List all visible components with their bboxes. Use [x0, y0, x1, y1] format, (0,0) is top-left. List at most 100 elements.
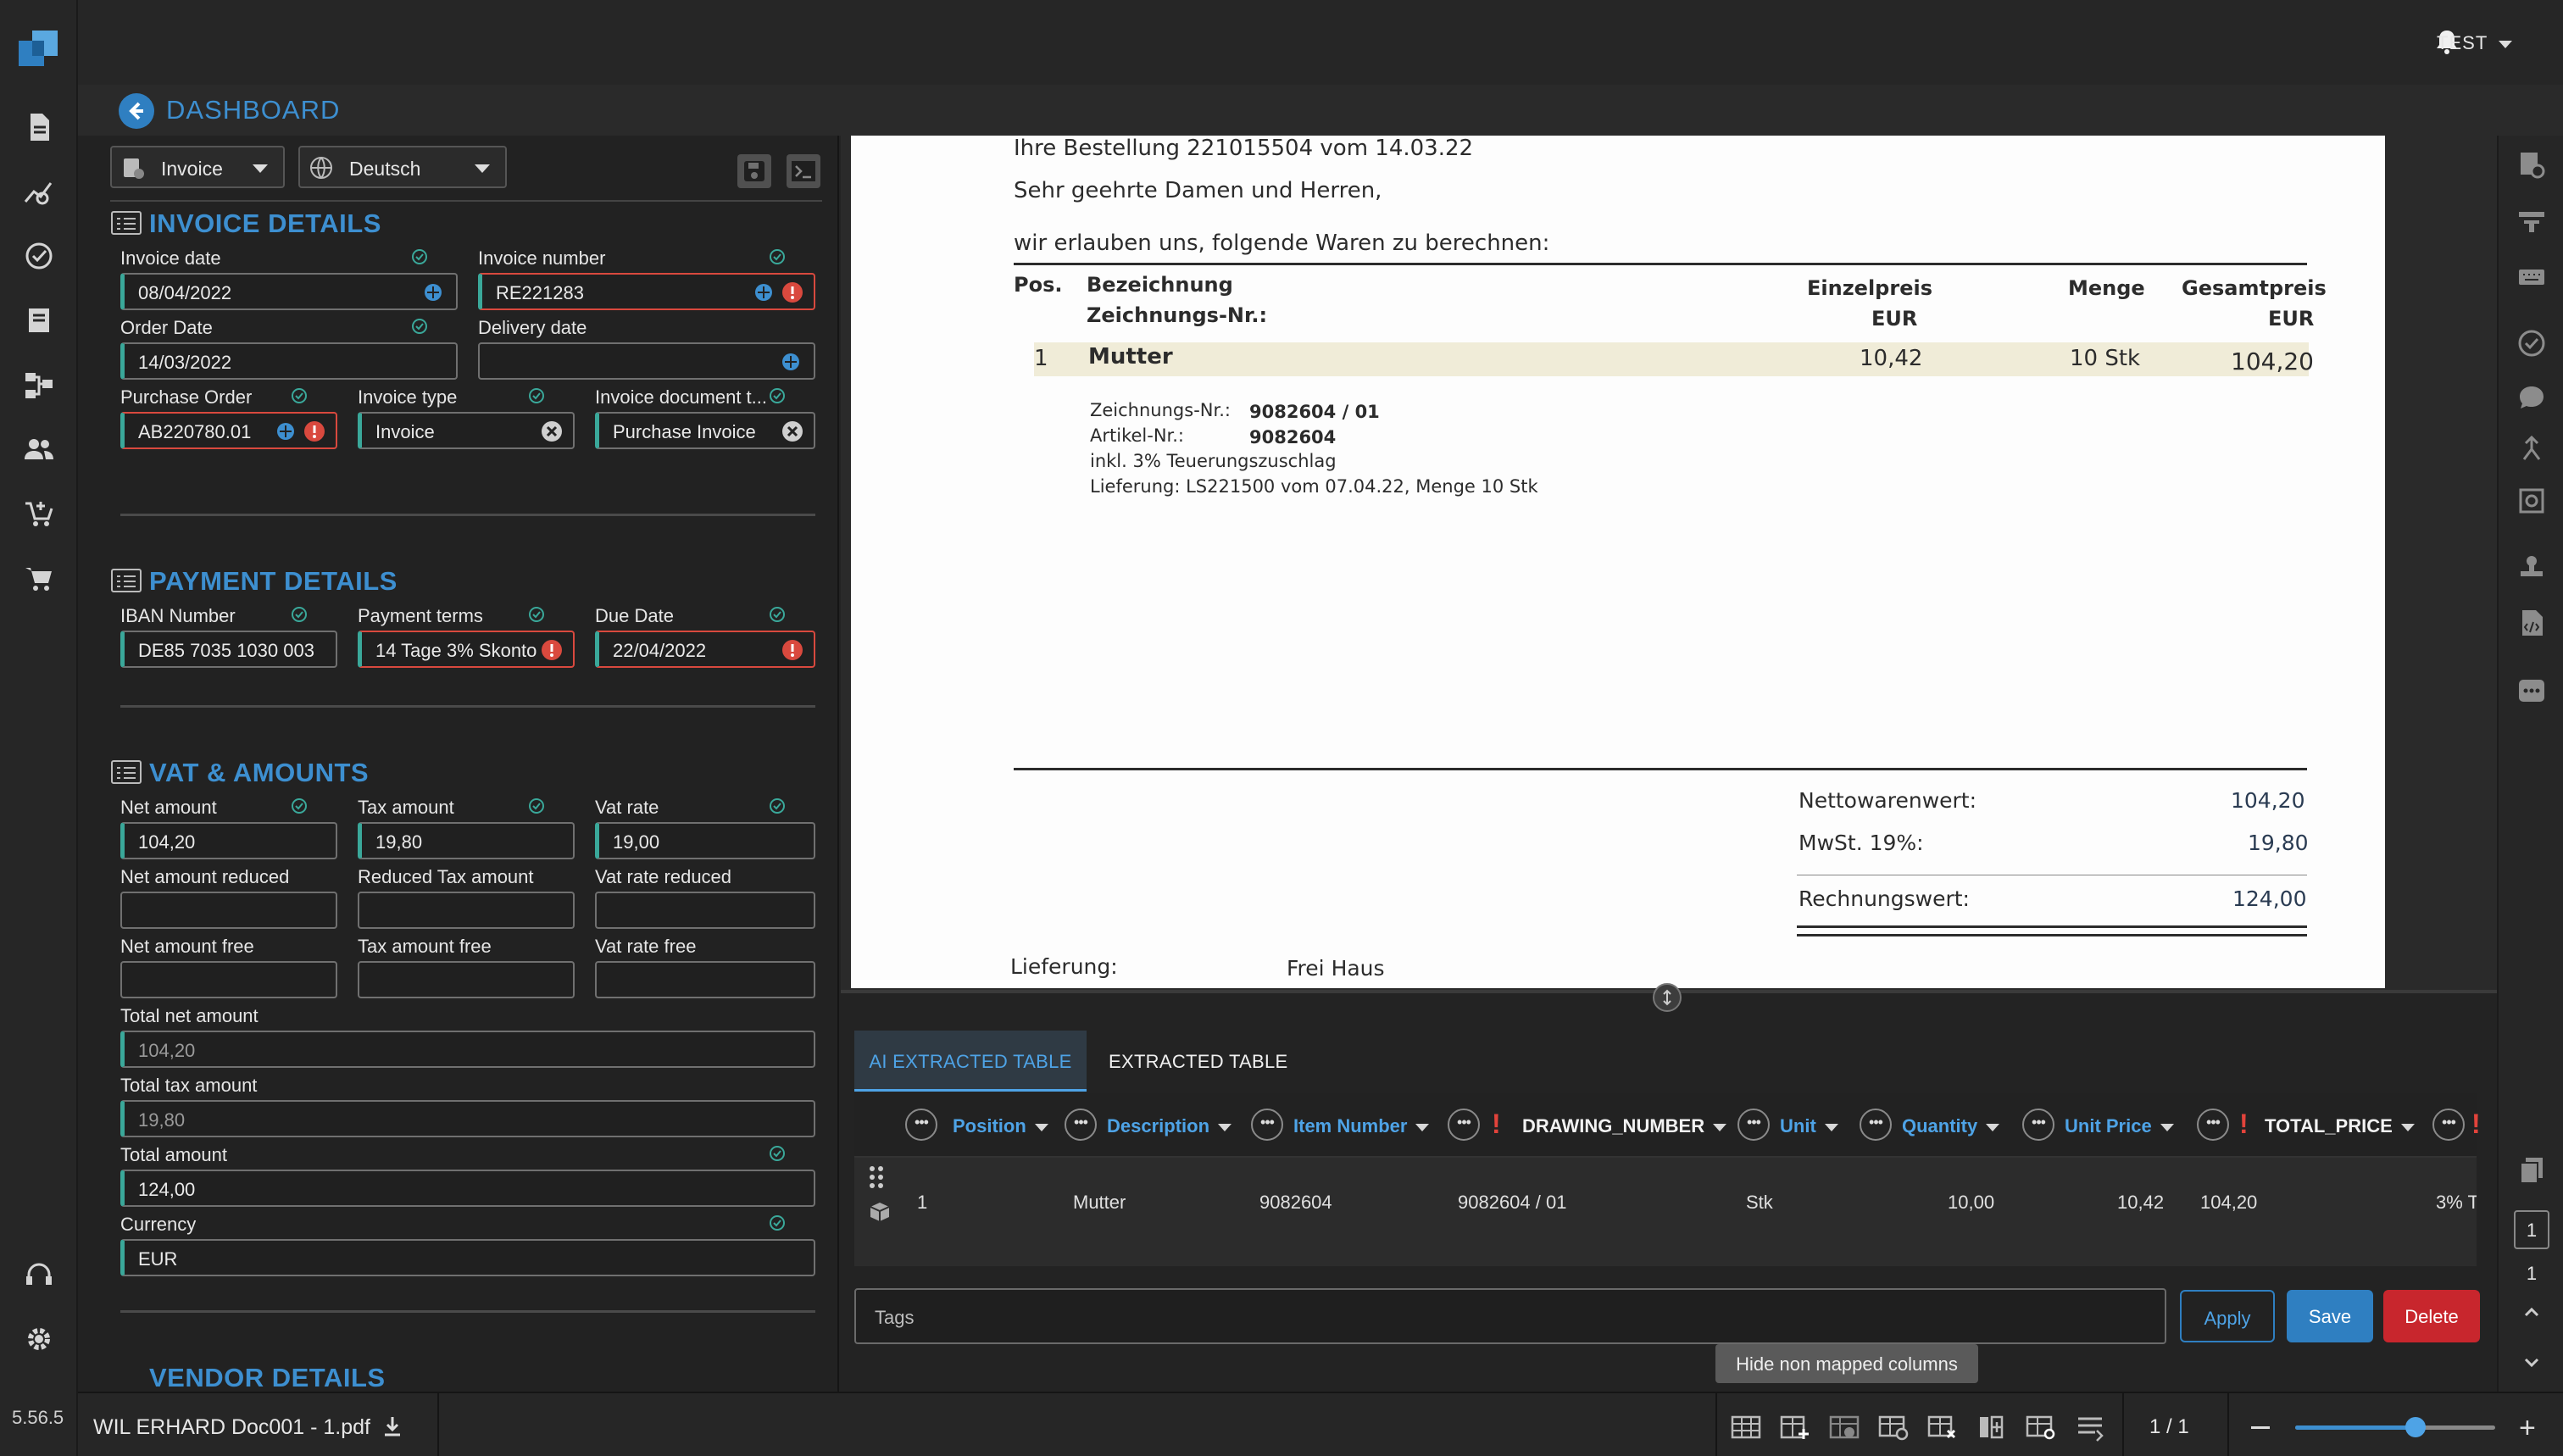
tax-amount-free-field[interactable]: [358, 961, 575, 998]
currency-field[interactable]: EUR: [120, 1239, 815, 1276]
cell-item-number[interactable]: 9082604: [1259, 1192, 1332, 1214]
workflow-icon[interactable]: [22, 368, 56, 402]
invoice-date-field[interactable]: 08/04/2022: [120, 273, 458, 310]
table-row[interactable]: 1 Mutter 9082604 9082604 / 01 Stk 10,00 …: [854, 1158, 2477, 1266]
book-icon[interactable]: [22, 303, 56, 337]
page-title[interactable]: DASHBOARD: [166, 95, 340, 125]
ocr-search-icon[interactable]: [2516, 485, 2548, 517]
language-select[interactable]: Deutsch: [298, 146, 507, 188]
stamp-icon[interactable]: [2516, 551, 2548, 583]
comment-icon[interactable]: [2516, 381, 2548, 414]
documents-icon[interactable]: [22, 110, 56, 144]
column-header-quantity[interactable]: Quantity: [1902, 1115, 2000, 1137]
column-menu-icon[interactable]: •••: [1860, 1109, 1892, 1141]
back-arrow-icon[interactable]: [119, 93, 154, 129]
column-menu-icon[interactable]: •••: [1065, 1109, 1097, 1141]
purchase-order-field[interactable]: AB220780.01: [120, 412, 337, 449]
chevron-up-icon[interactable]: [2516, 1297, 2548, 1329]
iban-field[interactable]: DE85 7035 1030 003: [120, 631, 337, 668]
hide-columns-icon[interactable]: [1827, 1412, 1861, 1442]
clear-icon[interactable]: [781, 420, 803, 442]
clear-icon[interactable]: [541, 420, 563, 442]
table-layout-icon[interactable]: [2516, 205, 2548, 237]
net-amount-reduced-field[interactable]: [120, 892, 337, 929]
total-net-amount-field[interactable]: 104,20: [120, 1031, 815, 1068]
delivery-date-field[interactable]: [478, 342, 815, 380]
cell-overflow[interactable]: 3% Te: [2436, 1192, 2477, 1214]
zoom-out-icon[interactable]: [2251, 1426, 2270, 1429]
invoice-type-field[interactable]: Invoice: [358, 412, 575, 449]
analytics-icon[interactable]: [22, 175, 56, 208]
total-tax-amount-field[interactable]: 19,80: [120, 1100, 815, 1137]
table-icon[interactable]: [1729, 1412, 1763, 1442]
column-header-drawing-number[interactable]: DRAWING_NUMBER: [1522, 1115, 1727, 1137]
column-header-unit-price[interactable]: Unit Price: [2065, 1115, 2174, 1137]
tax-amount-field[interactable]: 19,80: [358, 822, 575, 859]
invoice-document-type-field[interactable]: Purchase Invoice: [595, 412, 815, 449]
drag-handle-icon[interactable]: [866, 1164, 887, 1190]
column-header-item-number[interactable]: Item Number: [1293, 1115, 1430, 1137]
due-date-field[interactable]: 22/04/2022: [595, 631, 815, 668]
tab-extracted-table[interactable]: EXTRACTED TABLE: [1109, 1031, 1288, 1092]
column-menu-icon[interactable]: •••: [1737, 1109, 1770, 1141]
resize-handle-icon[interactable]: [1653, 983, 1682, 1012]
add-column-icon[interactable]: [1975, 1412, 2009, 1442]
pages-icon[interactable]: [2516, 1154, 2548, 1186]
add-table-icon[interactable]: [1778, 1412, 1812, 1442]
save-button[interactable]: Save: [2287, 1290, 2373, 1342]
download-icon[interactable]: [380, 1414, 405, 1439]
approve-check-icon[interactable]: [2516, 327, 2548, 359]
rows-icon[interactable]: [2073, 1412, 2107, 1442]
table-settings-icon[interactable]: [1876, 1412, 1910, 1442]
column-header-unit[interactable]: Unit: [1780, 1115, 1838, 1137]
cell-unit[interactable]: Stk: [1746, 1192, 1773, 1214]
chevron-down-icon[interactable]: [2516, 1346, 2548, 1378]
column-menu-icon[interactable]: •••: [2432, 1109, 2465, 1141]
cell-position[interactable]: 1: [917, 1192, 927, 1214]
user-menu[interactable]: TEST: [2437, 32, 2512, 54]
column-menu-icon[interactable]: •••: [2022, 1109, 2054, 1141]
zoom-slider-handle[interactable]: [2405, 1417, 2426, 1437]
column-menu-icon[interactable]: •••: [1251, 1109, 1283, 1141]
column-menu-icon[interactable]: •••: [1448, 1109, 1480, 1141]
total-amount-field[interactable]: 124,00: [120, 1170, 815, 1207]
tasks-check-icon[interactable]: [22, 239, 56, 273]
app-logo[interactable]: [19, 29, 59, 69]
column-menu-icon[interactable]: •••: [2197, 1109, 2229, 1141]
save-icon[interactable]: [737, 154, 771, 188]
invoice-number-field[interactable]: RE221283: [478, 273, 815, 310]
settings-gear-icon[interactable]: [22, 1322, 56, 1356]
table-search-icon[interactable]: [2024, 1412, 2058, 1442]
cell-quantity[interactable]: 10,00: [1948, 1192, 1994, 1214]
column-menu-icon[interactable]: •••: [905, 1109, 937, 1141]
document-type-select[interactable]: Invoice: [110, 146, 285, 188]
reduced-tax-amount-field[interactable]: [358, 892, 575, 929]
page-number-input[interactable]: 1: [2514, 1210, 2549, 1249]
xml-file-icon[interactable]: [2516, 607, 2548, 639]
document-search-icon[interactable]: [2516, 149, 2548, 181]
terminal-icon[interactable]: [787, 154, 820, 188]
document-page[interactable]: Ihre Bestellung 221015504 vom 14.03.22 S…: [851, 136, 2385, 988]
payment-terms-field[interactable]: 14 Tage 3% Skonto: [358, 631, 575, 668]
vat-rate-field[interactable]: 19,00: [595, 822, 815, 859]
cart-add-icon[interactable]: [22, 497, 56, 531]
tags-input[interactable]: Tags: [854, 1288, 2166, 1344]
zoom-in-icon[interactable]: +: [2519, 1414, 2536, 1442]
column-header-position[interactable]: Position: [953, 1115, 1048, 1137]
delete-table-icon[interactable]: [1926, 1412, 1960, 1442]
net-amount-field[interactable]: 104,20: [120, 822, 337, 859]
cart-icon[interactable]: [22, 561, 56, 595]
net-amount-free-field[interactable]: [120, 961, 337, 998]
column-header-total-price[interactable]: TOTAL_PRICE: [2265, 1115, 2415, 1137]
box-icon[interactable]: [868, 1200, 892, 1224]
delete-button[interactable]: Delete: [2383, 1290, 2480, 1342]
cell-total-price[interactable]: 104,20: [2200, 1192, 2257, 1214]
merge-icon[interactable]: [2516, 432, 2548, 464]
cell-drawing-number[interactable]: 9082604 / 01: [1458, 1192, 1566, 1214]
vat-rate-free-field[interactable]: [595, 961, 815, 998]
users-icon[interactable]: [22, 432, 56, 466]
tab-ai-extracted-table[interactable]: AI EXTRACTED TABLE: [854, 1031, 1087, 1092]
column-header-description[interactable]: Description: [1107, 1115, 1232, 1137]
more-options-icon[interactable]: [2516, 675, 2548, 707]
keyboard-icon[interactable]: [2516, 259, 2548, 292]
